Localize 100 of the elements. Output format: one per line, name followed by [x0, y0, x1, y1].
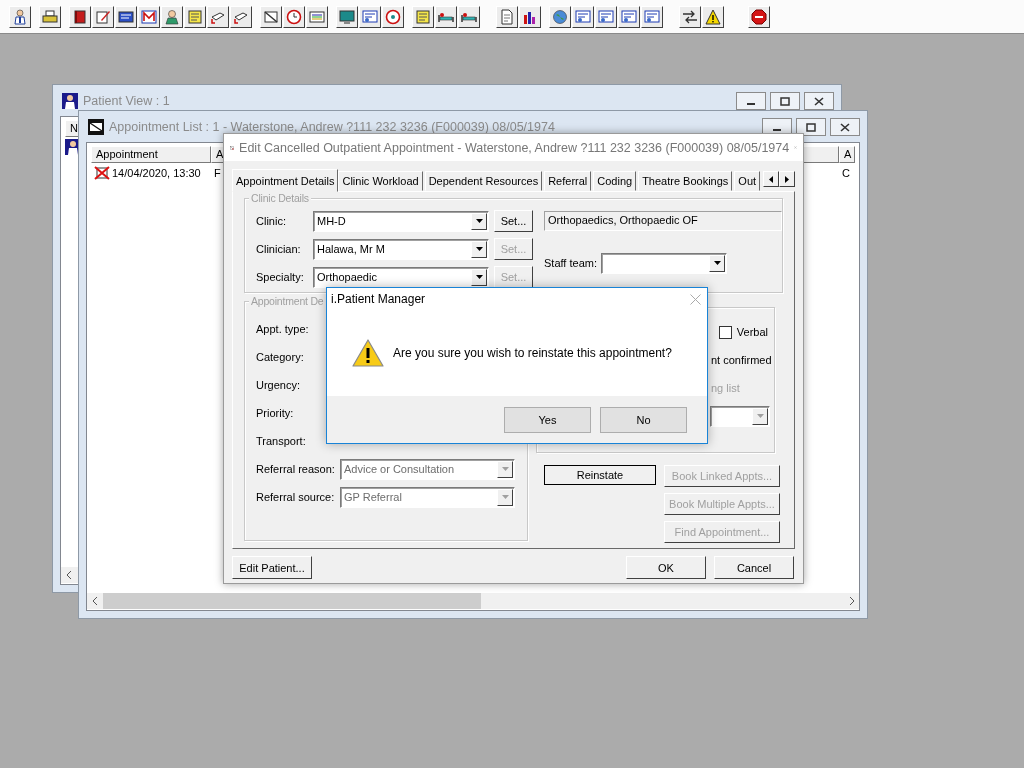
- maximize-button[interactable]: [796, 118, 826, 136]
- dialog-button[interactable]: No: [600, 406, 687, 433]
- toolbar-button[interactable]: [496, 5, 518, 28]
- scroll-right-button[interactable]: [779, 171, 795, 187]
- toolbar-button[interactable]: [9, 5, 31, 28]
- column-header[interactable]: Appointment: [91, 146, 211, 163]
- toolbar-button[interactable]: [184, 5, 206, 28]
- toolbar-button[interactable]: [230, 5, 252, 28]
- option-label: ng list: [710, 382, 741, 394]
- clinic-name-field: Orthopaedics, Orthopaedic OF: [544, 211, 782, 231]
- dialog-button[interactable]: OK: [626, 556, 706, 579]
- field-label: Urgency:: [256, 379, 302, 391]
- group-label: Clinic Details: [249, 192, 311, 204]
- doctor-icon: [164, 8, 180, 25]
- stop-icon: [751, 8, 767, 25]
- toolbar-button[interactable]: [435, 5, 457, 28]
- toolbar-button[interactable]: [359, 5, 381, 28]
- monitor-icon: [339, 8, 355, 25]
- toolbar-button[interactable]: [39, 5, 61, 28]
- close-button[interactable]: [830, 118, 860, 136]
- set-button[interactable]: Set...: [494, 210, 533, 232]
- right-triangle-icon: [785, 175, 789, 183]
- book-icon: [72, 8, 88, 25]
- toolbar-button[interactable]: [458, 5, 480, 28]
- toolbar-button[interactable]: [382, 5, 404, 28]
- close-icon: [814, 96, 824, 106]
- field-label: Transport:: [256, 435, 307, 447]
- nosign-icon: [263, 8, 279, 25]
- scroll-left-button[interactable]: [763, 171, 779, 187]
- tab[interactable]: Theatre Bookings: [638, 171, 733, 191]
- column-header[interactable]: A: [839, 146, 855, 163]
- toolbar-button[interactable]: [549, 5, 571, 28]
- document-icon: [499, 8, 515, 25]
- dialog-button[interactable]: Cancel: [714, 556, 794, 579]
- toolbar-button[interactable]: [260, 5, 282, 28]
- toolbar-button[interactable]: [679, 5, 701, 28]
- screen-icon: [118, 8, 134, 25]
- toolbar-button[interactable]: [595, 5, 617, 28]
- note-icon: [187, 8, 203, 25]
- minimize-button[interactable]: [736, 92, 766, 110]
- warning-icon: [352, 339, 384, 367]
- window-title: Appointment List : 1 - Waterstone, Andrew ?111 232 3236 (F000039) 08/05/1974: [109, 119, 556, 134]
- action-button[interactable]: Reinstate: [544, 465, 656, 485]
- list-icon: [309, 8, 325, 25]
- toolbar-button[interactable]: [618, 5, 640, 28]
- maximize-button[interactable]: [770, 92, 800, 110]
- warning-icon: [705, 8, 721, 25]
- table-cell: F: [214, 167, 221, 179]
- field-label: Category:: [256, 351, 305, 363]
- caret-icon: [501, 467, 509, 471]
- toolbar-button[interactable]: [283, 5, 305, 28]
- toolbar-button[interactable]: [702, 5, 724, 28]
- toolbar-button[interactable]: [115, 5, 137, 28]
- caret-icon: [713, 261, 721, 265]
- toolbar-button[interactable]: [92, 5, 114, 28]
- message-box-title: i.Patient Manager: [331, 292, 426, 306]
- field-label: Appt. type:: [256, 323, 310, 335]
- tab[interactable]: Clinic Workload: [338, 171, 423, 191]
- staff-team-dropdown[interactable]: [601, 252, 727, 274]
- printer-icon: [42, 8, 58, 25]
- toolbar-button[interactable]: [572, 5, 594, 28]
- card-icon: [575, 8, 591, 25]
- dropdown-field[interactable]: MH-D: [313, 210, 489, 232]
- toolbar-button[interactable]: [641, 5, 663, 28]
- edit-patient-button[interactable]: Edit Patient...: [232, 556, 312, 579]
- dropdown-field[interactable]: Halawa, Mr M: [313, 238, 489, 260]
- card-icon: [362, 8, 378, 25]
- toolbar-button[interactable]: [306, 5, 328, 28]
- dialog-button[interactable]: Yes: [504, 406, 591, 433]
- caret-icon: [475, 275, 483, 279]
- dropdown-field[interactable]: Orthopaedic: [313, 266, 489, 288]
- tab[interactable]: Dependent Resources: [424, 171, 543, 191]
- toolbar-button[interactable]: [161, 5, 183, 28]
- field-label: Clinic:: [256, 215, 287, 227]
- checkbox[interactable]: [718, 325, 732, 339]
- toolbar-button[interactable]: [138, 5, 160, 28]
- tab[interactable]: Referral: [544, 171, 592, 191]
- window-title: Patient View : 1: [83, 93, 171, 108]
- scroll-thumb[interactable]: [103, 593, 481, 609]
- caret-icon: [756, 414, 764, 418]
- tab[interactable]: Coding: [593, 171, 637, 191]
- maximize-icon: [780, 96, 790, 106]
- tab[interactable]: Out: [734, 171, 761, 191]
- field-label: Referral source:: [256, 491, 336, 503]
- tab[interactable]: Appointment Details: [232, 169, 339, 192]
- card-icon: [621, 8, 637, 25]
- horizontal-scrollbar[interactable]: [87, 593, 859, 609]
- toolbar-button[interactable]: [412, 5, 434, 28]
- toolbar-button[interactable]: [336, 5, 358, 28]
- field-label: Specialty:: [256, 271, 305, 283]
- group-label: Appointment De: [249, 295, 326, 307]
- column-header[interactable]: N: [65, 120, 79, 137]
- close-button[interactable]: [804, 92, 834, 110]
- card-icon: [644, 8, 660, 25]
- edit-icon: [95, 8, 111, 25]
- toolbar-button[interactable]: [519, 5, 541, 28]
- toolbar-button[interactable]: [207, 5, 229, 28]
- toolbar-button[interactable]: [69, 5, 91, 28]
- toolbar-button[interactable]: [748, 5, 770, 28]
- dialog-title: Edit Cancelled Outpatient Appointment - Waterstone, Andrew ?111 232 3236 (F000039) 08/05/1974: [239, 140, 790, 155]
